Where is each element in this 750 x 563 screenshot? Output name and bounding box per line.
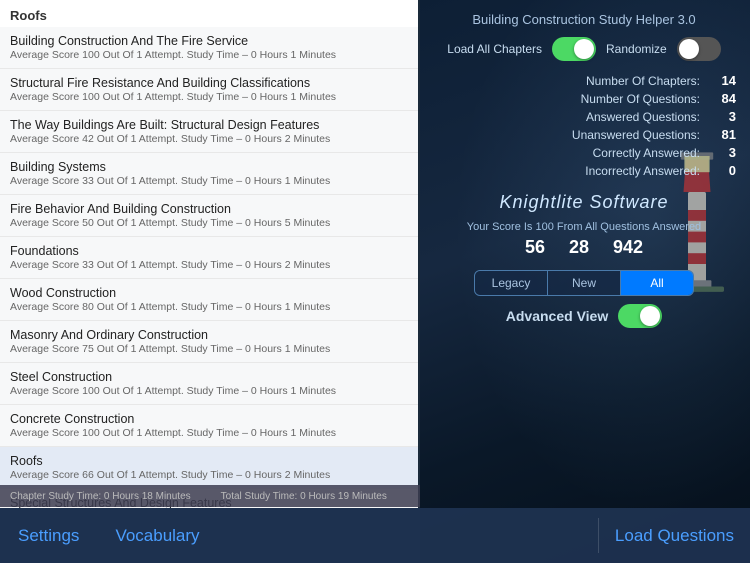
chapter-item[interactable]: Masonry And Ordinary ConstructionAverage… xyxy=(0,321,418,363)
chapter-item[interactable]: Building Construction And The Fire Servi… xyxy=(0,27,418,69)
chapter-title: Foundations xyxy=(10,244,408,258)
chapters-row: Number Of Chapters: 14 xyxy=(432,73,736,88)
chapter-item[interactable]: Steel ConstructionAverage Score 100 Out … xyxy=(0,363,418,405)
unanswered-value: 81 xyxy=(706,127,736,142)
chapter-title: Masonry And Ordinary Construction xyxy=(10,328,408,342)
segment-all[interactable]: All xyxy=(621,271,693,295)
chapter-subtitle: Average Score 33 Out Of 1 Attempt. Study… xyxy=(10,259,408,271)
chapter-title: Wood Construction xyxy=(10,286,408,300)
chapter-item[interactable]: RoofsAverage Score 66 Out Of 1 Attempt. … xyxy=(0,447,418,489)
questions-row: Number Of Questions: 84 xyxy=(432,91,736,106)
segment-new[interactable]: New xyxy=(548,271,621,295)
score-all: 942 xyxy=(613,237,643,258)
chapter-title: Roofs xyxy=(10,454,408,468)
chapter-subtitle: Average Score 66 Out Of 1 Attempt. Study… xyxy=(10,469,408,481)
chapter-title: Concrete Construction xyxy=(10,412,408,426)
total-study-time: Total Study Time: 0 Hours 19 Minutes xyxy=(221,491,387,502)
chapter-list-panel: Roofs Building Construction And The Fire… xyxy=(0,0,418,508)
chapter-subtitle: Average Score 100 Out Of 1 Attempt. Stud… xyxy=(10,49,408,61)
chapter-title: Steel Construction xyxy=(10,370,408,384)
chapter-study-time: Chapter Study Time: 0 Hours 18 Minutes xyxy=(10,491,191,502)
score-text: Your Score Is 100 From All Questions Ans… xyxy=(432,221,736,233)
study-time-strip: Chapter Study Time: 0 Hours 18 Minutes T… xyxy=(0,485,420,507)
chapter-item[interactable]: Building SystemsAverage Score 33 Out Of … xyxy=(0,153,418,195)
chapter-subtitle: Average Score 100 Out Of 1 Attempt. Stud… xyxy=(10,91,408,103)
load-all-knob xyxy=(574,39,594,59)
advanced-row: Advanced View xyxy=(432,304,736,328)
incorrectly-row: Incorrectly Answered: 0 xyxy=(432,163,736,178)
app-title: Building Construction Study Helper 3.0 xyxy=(432,12,736,27)
chapter-item[interactable]: Wood ConstructionAverage Score 80 Out Of… xyxy=(0,279,418,321)
chapter-title: Building Construction And The Fire Servi… xyxy=(10,34,408,48)
randomize-knob xyxy=(679,39,699,59)
chapter-list-header: Roofs xyxy=(0,0,418,27)
app-container: Roofs Building Construction And The Fire… xyxy=(0,0,750,563)
answered-value: 3 xyxy=(706,109,736,124)
stats-panel: Building Construction Study Helper 3.0 L… xyxy=(418,0,750,508)
brand-area: Knightlite Software xyxy=(432,192,736,213)
load-all-label: Load All Chapters xyxy=(447,42,542,56)
chapter-title: The Way Buildings Are Built: Structural … xyxy=(10,118,408,132)
chapter-subtitle: Average Score 80 Out Of 1 Attempt. Study… xyxy=(10,301,408,313)
advanced-view-knob xyxy=(640,306,660,326)
chapters-value: 14 xyxy=(706,73,736,88)
score-legacy: 56 xyxy=(525,237,545,258)
answered-row: Answered Questions: 3 xyxy=(432,109,736,124)
chapter-title: Fire Behavior And Building Construction xyxy=(10,202,408,216)
settings-button[interactable]: Settings xyxy=(10,526,87,546)
brand-name: Knightlite Software xyxy=(432,192,736,213)
score-section: Your Score Is 100 From All Questions Ans… xyxy=(432,221,736,264)
load-all-toggle[interactable] xyxy=(552,37,596,61)
vocabulary-button[interactable]: Vocabulary xyxy=(107,526,207,546)
bottom-nav: Settings Vocabulary xyxy=(0,526,598,546)
correctly-label: Correctly Answered: xyxy=(593,146,700,160)
chapter-title: Building Systems xyxy=(10,160,408,174)
randomize-label: Randomize xyxy=(606,42,667,56)
incorrectly-value: 0 xyxy=(706,163,736,178)
chapters-label: Number Of Chapters: xyxy=(586,74,700,88)
answered-label: Answered Questions: xyxy=(586,110,700,124)
chapter-subtitle: Average Score 50 Out Of 1 Attempt. Study… xyxy=(10,217,408,229)
segment-control: Legacy New All xyxy=(474,270,694,296)
chapter-subtitle: Average Score 75 Out Of 1 Attempt. Study… xyxy=(10,343,408,355)
chapter-subtitle: Average Score 100 Out Of 1 Attempt. Stud… xyxy=(10,427,408,439)
chapter-item[interactable]: Structural Fire Resistance And Building … xyxy=(0,69,418,111)
toggle-row: Load All Chapters Randomize xyxy=(432,37,736,61)
incorrectly-label: Incorrectly Answered: xyxy=(585,164,700,178)
randomize-toggle[interactable] xyxy=(677,37,721,61)
score-new: 28 xyxy=(569,237,589,258)
segment-legacy[interactable]: Legacy xyxy=(475,271,548,295)
stats-grid: Number Of Chapters: 14 Number Of Questio… xyxy=(432,73,736,178)
correctly-value: 3 xyxy=(706,145,736,160)
chapter-item[interactable]: FoundationsAverage Score 33 Out Of 1 Att… xyxy=(0,237,418,279)
chapter-list: Building Construction And The Fire Servi… xyxy=(0,27,418,508)
chapter-item[interactable]: Concrete ConstructionAverage Score 100 O… xyxy=(0,405,418,447)
correctly-row: Correctly Answered: 3 xyxy=(432,145,736,160)
score-numbers: 56 28 942 xyxy=(432,237,736,258)
chapter-subtitle: Average Score 100 Out Of 1 Attempt. Stud… xyxy=(10,385,408,397)
questions-label: Number Of Questions: xyxy=(581,92,700,106)
unanswered-label: Unanswered Questions: xyxy=(572,128,700,142)
chapter-item[interactable]: Fire Behavior And Building ConstructionA… xyxy=(0,195,418,237)
advanced-view-label: Advanced View xyxy=(506,308,608,324)
load-questions-button[interactable]: Load Questions xyxy=(599,526,750,546)
bottom-bar: Settings Vocabulary Load Questions xyxy=(0,508,750,563)
chapter-subtitle: Average Score 42 Out Of 1 Attempt. Study… xyxy=(10,133,408,145)
chapter-title: Structural Fire Resistance And Building … xyxy=(10,76,408,90)
advanced-view-toggle[interactable] xyxy=(618,304,662,328)
chapter-subtitle: Average Score 33 Out Of 1 Attempt. Study… xyxy=(10,175,408,187)
unanswered-row: Unanswered Questions: 81 xyxy=(432,127,736,142)
questions-value: 84 xyxy=(706,91,736,106)
chapter-item[interactable]: The Way Buildings Are Built: Structural … xyxy=(0,111,418,153)
